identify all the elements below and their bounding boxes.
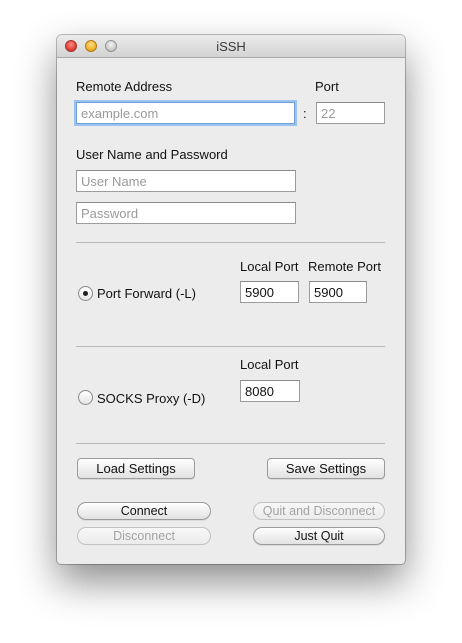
- pf-local-port-label: Local Port: [240, 259, 299, 274]
- window-title: iSSH: [216, 39, 246, 54]
- load-settings-button[interactable]: Load Settings: [77, 458, 195, 479]
- username-input[interactable]: [76, 170, 296, 192]
- divider-1: [76, 242, 385, 243]
- pf-remote-port-input[interactable]: [309, 281, 367, 303]
- divider-3: [76, 443, 385, 444]
- socks-proxy-label[interactable]: SOCKS Proxy (-D): [97, 391, 205, 406]
- pf-remote-port-label: Remote Port: [308, 259, 381, 274]
- just-quit-button[interactable]: Just Quit: [253, 527, 385, 545]
- issh-window: iSSH Remote Address Port : User Name and…: [57, 35, 405, 564]
- port-label: Port: [315, 79, 339, 94]
- socks-local-port-label: Local Port: [240, 357, 299, 372]
- remote-address-label: Remote Address: [76, 79, 173, 94]
- pf-local-port-input[interactable]: [240, 281, 299, 303]
- port-input[interactable]: [316, 102, 385, 124]
- password-input[interactable]: [76, 202, 296, 224]
- remote-address-input[interactable]: [76, 102, 295, 124]
- port-separator: :: [303, 106, 307, 121]
- disconnect-button[interactable]: Disconnect: [77, 527, 211, 545]
- port-forward-label[interactable]: Port Forward (-L): [97, 286, 196, 301]
- save-settings-button[interactable]: Save Settings: [267, 458, 385, 479]
- port-forward-radio[interactable]: [78, 286, 93, 301]
- title-bar[interactable]: iSSH: [57, 35, 405, 58]
- quit-and-disconnect-button[interactable]: Quit and Disconnect: [253, 502, 385, 520]
- socks-proxy-radio[interactable]: [78, 390, 93, 405]
- divider-2: [76, 346, 385, 347]
- socks-local-port-input[interactable]: [240, 380, 300, 402]
- connect-button[interactable]: Connect: [77, 502, 211, 520]
- credentials-label: User Name and Password: [76, 147, 228, 162]
